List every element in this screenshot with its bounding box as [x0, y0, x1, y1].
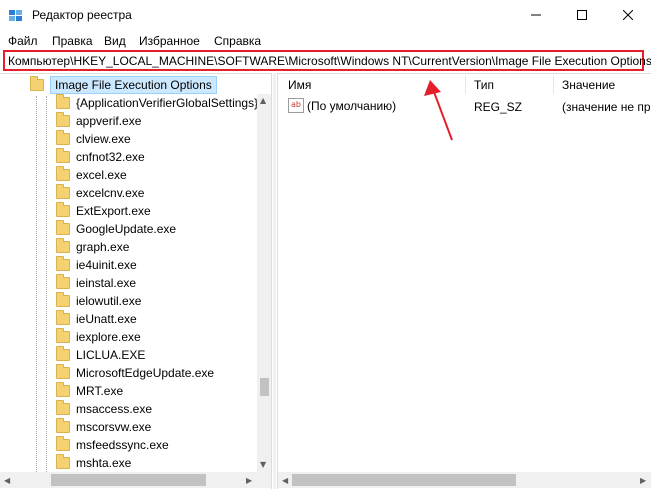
tree-item[interactable]: mscorsvw.exe [56, 418, 258, 436]
values-horizontal-scroll-thumb[interactable] [292, 474, 516, 486]
menu-edit[interactable]: Правка [52, 34, 93, 48]
tree-item[interactable]: ie4uinit.exe [56, 256, 258, 274]
folder-icon [56, 274, 70, 289]
folder-icon [56, 364, 70, 379]
scroll-right-icon[interactable]: ▶ [640, 476, 646, 485]
folder-icon [56, 310, 70, 325]
scroll-up-icon[interactable]: ▲ [260, 96, 266, 105]
tree-item[interactable]: ExtExport.exe [56, 202, 258, 220]
folder-icon [30, 76, 44, 91]
folder-icon [56, 184, 70, 199]
registry-app-icon [8, 8, 24, 24]
folder-icon [56, 292, 70, 307]
folder-icon [56, 148, 70, 163]
close-button[interactable] [605, 0, 651, 32]
address-path[interactable]: Компьютер\HKEY_LOCAL_MACHINE\SOFTWARE\Mi… [8, 54, 651, 68]
tree-item[interactable]: ielowutil.exe [56, 292, 258, 310]
folder-icon [56, 346, 70, 361]
tree-item[interactable]: appverif.exe [56, 112, 258, 130]
folder-icon [56, 130, 70, 145]
column-header-name[interactable]: Имя [288, 74, 311, 96]
folder-icon [56, 238, 70, 253]
string-value-icon: ab [288, 98, 304, 113]
tree-item[interactable]: excelcnv.exe [56, 184, 258, 202]
tree-selected-label: Image File Execution Options [50, 76, 217, 94]
tree-item[interactable]: cnfnot32.exe [56, 148, 258, 166]
folder-icon [56, 220, 70, 235]
tree-item[interactable]: GoogleUpdate.exe [56, 220, 258, 238]
column-header-data[interactable]: Значение [562, 74, 615, 96]
tree-guide-line [36, 96, 37, 476]
scroll-down-icon[interactable]: ▼ [260, 460, 266, 469]
tree-pane: Image File Execution Options {Applicatio… [0, 73, 272, 489]
menu-favorites[interactable]: Избранное [139, 34, 200, 48]
menu-view[interactable]: Вид [104, 34, 126, 48]
folder-icon [56, 436, 70, 451]
scroll-left-icon[interactable]: ◀ [4, 476, 10, 485]
tree-vertical-scrollbar[interactable] [257, 94, 271, 472]
folder-icon [56, 400, 70, 415]
title-bar: Редактор реестра [0, 0, 651, 32]
close-icon [622, 9, 634, 23]
folder-icon [56, 382, 70, 397]
menu-help[interactable]: Справка [214, 34, 261, 48]
value-type: REG_SZ [474, 100, 523, 114]
folder-icon [56, 454, 70, 469]
folder-icon [56, 418, 70, 433]
tree-vertical-scroll-thumb[interactable] [260, 378, 269, 396]
tree-guide-line [46, 96, 47, 476]
tree-horizontal-scroll-thumb[interactable] [51, 474, 206, 486]
column-header-type[interactable]: Тип [474, 74, 494, 96]
window-title: Редактор реестра [32, 8, 132, 22]
tree-item[interactable]: ieUnatt.exe [56, 310, 258, 328]
menu-bar: Файл Правка Вид Избранное Справка [0, 32, 651, 50]
tree-item[interactable]: clview.exe [56, 130, 258, 148]
folder-icon [56, 202, 70, 217]
tree-item[interactable]: msfeedssync.exe [56, 436, 258, 454]
maximize-button[interactable] [559, 0, 605, 32]
folder-icon [56, 166, 70, 181]
tree-item[interactable]: iexplore.exe [56, 328, 258, 346]
value-row[interactable]: ab (По умолчанию) [288, 98, 396, 113]
folder-icon [56, 112, 70, 127]
tree-children-list: {ApplicationVerifierGlobalSettings} appv… [56, 94, 258, 472]
maximize-icon [577, 9, 587, 23]
tree-item[interactable]: msaccess.exe [56, 400, 258, 418]
column-divider[interactable] [465, 76, 466, 94]
tree-item[interactable]: MRT.exe [56, 382, 258, 400]
value-name: (По умолчанию) [307, 98, 397, 113]
tree-item[interactable]: MicrosoftEdgeUpdate.exe [56, 364, 258, 382]
tree-item[interactable]: {ApplicationVerifierGlobalSettings} [56, 94, 258, 112]
tree-item[interactable]: LICLUA.EXE [56, 346, 258, 364]
scroll-left-icon[interactable]: ◀ [282, 476, 288, 485]
tree-item[interactable]: excel.exe [56, 166, 258, 184]
menu-file[interactable]: Файл [8, 34, 38, 48]
tree-item[interactable]: mshta.exe [56, 454, 258, 472]
scroll-right-icon[interactable]: ▶ [246, 476, 252, 485]
column-divider[interactable] [553, 76, 554, 94]
address-bar[interactable]: Компьютер\HKEY_LOCAL_MACHINE\SOFTWARE\Mi… [3, 50, 651, 71]
tree-item[interactable]: graph.exe [56, 238, 258, 256]
pane-splitter[interactable] [273, 73, 276, 489]
value-data: (значение не пр [562, 100, 651, 114]
minimize-icon [531, 9, 541, 23]
tree-selected-node[interactable]: Image File Execution Options [30, 76, 217, 94]
folder-icon [56, 328, 70, 343]
minimize-button[interactable] [513, 0, 559, 32]
folder-icon [56, 94, 70, 109]
folder-icon [56, 256, 70, 271]
tree-item[interactable]: ieinstal.exe [56, 274, 258, 292]
values-pane: Имя Тип Значение ab (По умолчанию) REG_S… [277, 73, 651, 489]
